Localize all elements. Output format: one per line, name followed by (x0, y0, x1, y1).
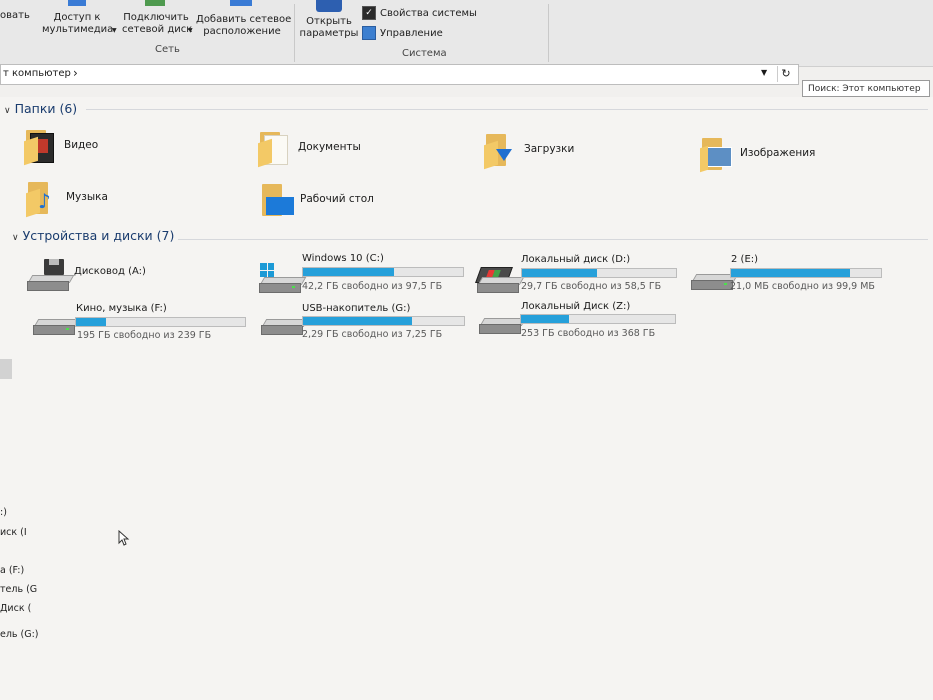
system-properties-button[interactable]: ✓ Свойства системы (362, 6, 477, 20)
checkmark-icon: ✓ (362, 6, 376, 20)
drive-usage-bar (730, 268, 882, 278)
dropdown-arrow-icon: ▼ (112, 27, 117, 34)
mouse-cursor-icon (118, 530, 130, 546)
hard-drive-icon (477, 277, 525, 293)
drive-usage-bar (302, 316, 465, 326)
media-access-button[interactable]: Доступ к мультимедиа ▼ (42, 12, 117, 36)
drive-usage-fill (303, 317, 413, 325)
desktop-folder-icon (258, 181, 294, 217)
open-settings-button[interactable]: Открыть параметры (298, 16, 360, 40)
downloads-folder-icon (482, 131, 518, 170)
nav-item[interactable]: тель (G (0, 584, 37, 595)
add-location-icon (230, 0, 252, 6)
group-network-label: Сеть (155, 44, 180, 55)
computer-manage-icon (362, 26, 376, 40)
drive-usage-bar (302, 267, 464, 277)
music-folder-icon: ♪ (24, 179, 60, 218)
add-location-button[interactable]: Добавить сетевое расположение (196, 14, 291, 38)
nav-item[interactable]: иск (I (0, 527, 27, 538)
dropdown-arrow-icon: ▼ (188, 27, 193, 34)
drive-usage-fill (521, 315, 569, 323)
section-divider (86, 109, 928, 110)
group-system-label: Система (402, 48, 447, 59)
drive-usage-fill (731, 269, 850, 277)
address-bar[interactable]: т компьютер › ▼ ↻ (0, 64, 799, 85)
drive-usage-bar (520, 314, 676, 324)
folder-item-pictures[interactable]: Изображения (698, 135, 815, 173)
windows-logo-icon (260, 263, 274, 277)
usb-drive-icon (261, 319, 309, 335)
map-drive-button[interactable]: Подключить сетевой диск ▼ (122, 12, 193, 36)
drive-usage-fill (303, 268, 395, 276)
nav-item[interactable]: :) (0, 507, 7, 518)
video-folder-icon (22, 127, 58, 166)
media-access-icon (68, 0, 86, 6)
settings-gear-icon (316, 0, 342, 12)
ribbon: овать Доступ к мультимедиа ▼ Подключить с… (0, 0, 933, 67)
manage-button[interactable]: Управление (362, 26, 443, 40)
folder-item-video[interactable]: Видео (22, 127, 98, 166)
folder-item-downloads[interactable]: Загрузки (482, 131, 574, 170)
drive-usage-fill (76, 318, 107, 326)
search-input[interactable]: Поиск: Этот компьютер (802, 80, 930, 97)
hard-drive-icon (691, 274, 739, 290)
nav-pane-scroll-block[interactable] (0, 359, 12, 379)
folder-item-music[interactable]: ♪ Музыка (24, 179, 108, 218)
section-divider (178, 239, 928, 240)
collapse-chevron-icon[interactable]: ∨ (12, 233, 19, 243)
hard-drive-icon (259, 277, 307, 293)
ribbon-partial-button[interactable]: овать (0, 10, 30, 22)
hard-drive-icon (479, 318, 527, 334)
floppy-drive-icon (44, 259, 64, 275)
pictures-folder-icon (698, 135, 734, 173)
documents-folder-icon (256, 129, 292, 168)
nav-item[interactable]: Диск ( (0, 603, 31, 614)
folder-item-desktop[interactable]: Рабочий стол (258, 181, 374, 217)
nav-item[interactable]: а (F:) (0, 565, 24, 576)
map-drive-icon (145, 0, 165, 6)
folder-item-documents[interactable]: Документы (256, 129, 361, 168)
ribbon-separator (294, 4, 295, 62)
drive-usage-bar (75, 317, 246, 327)
drive-usage-bar (521, 268, 677, 278)
drive-usage-fill (522, 269, 598, 277)
hard-drive-icon (33, 319, 81, 335)
nav-item[interactable]: ель (G:) (0, 629, 39, 640)
folders-section-header[interactable]: ∨ Папки (6) (4, 101, 77, 116)
drive-base-icon (27, 275, 75, 291)
address-path: т компьютер (3, 68, 71, 79)
content-pane: ∨ Папки (6) Видео Документы Загрузки Изоб… (0, 97, 933, 700)
breadcrumb-chevron-icon[interactable]: › (73, 66, 78, 80)
refresh-icon[interactable]: ↻ (777, 66, 794, 82)
drives-section-header[interactable]: ∨ Устройства и диски (7) (12, 228, 174, 243)
collapse-chevron-icon[interactable]: ∨ (4, 106, 11, 116)
ribbon-separator (548, 4, 549, 62)
address-dropdown-icon[interactable]: ▼ (761, 68, 767, 77)
